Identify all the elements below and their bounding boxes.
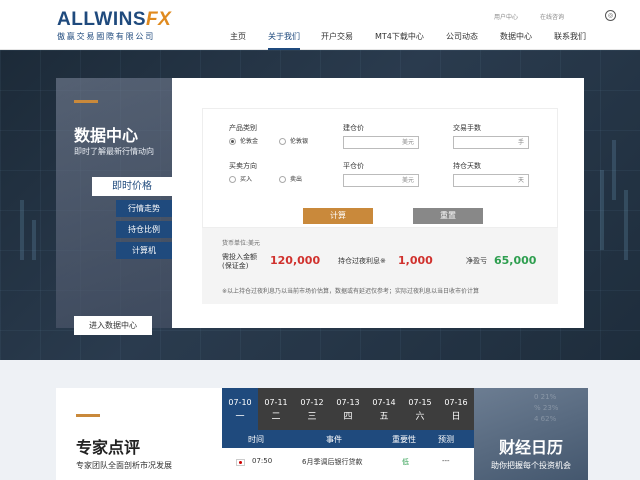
language-globe-icon[interactable]: ◎ — [605, 10, 616, 21]
product-label: 产品类别 — [229, 124, 257, 132]
brand-logo[interactable]: ALLWINSFX 傲赢交易國際有限公司 — [57, 10, 171, 42]
nav-item-home[interactable]: 主页 — [230, 31, 246, 50]
nav-item-open-account[interactable]: 开户交易 — [321, 31, 353, 50]
nav-item-contact[interactable]: 联系我们 — [554, 31, 586, 50]
accent-bar — [74, 100, 98, 103]
bottom-section: 专家点评 专家团队全面剖析市况发展 07-10 一 07-11 二 07-12 三 0… — [0, 360, 640, 480]
radio-unselected-icon — [279, 176, 286, 183]
top-links: 用户中心 在线咨询 — [494, 12, 584, 21]
bg-candle — [612, 140, 616, 200]
finance-calendar-title: 财经日历 — [498, 438, 563, 457]
row-importance: 低 — [402, 458, 409, 466]
bg-candle — [624, 190, 628, 260]
days-input[interactable]: 天 — [453, 174, 529, 187]
finance-calendar-card[interactable]: 0 21%% 23% 4 62% 财经日历 助你把握每个投资机会 — [474, 388, 588, 480]
calculate-button[interactable]: 计算 — [303, 208, 373, 224]
margin-value: 120,000 — [270, 254, 321, 267]
row-time: 07:50 — [252, 457, 273, 465]
days-label: 持仓天数 — [453, 162, 481, 170]
enter-data-center-button[interactable]: 进入数据中心 — [74, 316, 152, 335]
calculator-disclaimer: ※以上持仓过夜利息乃以当前市场价估算，数据或有延迟仅参考；实际过夜利息以当日收市… — [222, 288, 480, 295]
reset-button[interactable]: 重置 — [413, 208, 483, 224]
menu-position-ratio[interactable]: 持仓比例 — [116, 221, 172, 238]
nav-item-mt4-download[interactable]: MT4下载中心 — [375, 31, 424, 50]
radio-sell[interactable]: 卖出 — [279, 174, 302, 183]
online-consult-link[interactable]: 在线咨询 — [540, 14, 564, 21]
site-header: ALLWINSFX 傲赢交易國際有限公司 用户中心 在线咨询 ◎ 主页 关于我们… — [0, 0, 640, 50]
menu-realtime-price[interactable]: 即时价格 — [92, 177, 172, 196]
accent-bar — [76, 414, 100, 417]
nav-item-data-center[interactable]: 数据中心 — [500, 31, 532, 50]
data-center-sidebar: 数据中心 即时了解最新行情动向 即时价格 行情走势 持仓比例 计算机 进入数据中… — [56, 78, 172, 335]
calendar-table-header: 时间 事件 重要性 预测 — [222, 430, 474, 448]
col-event: 事件 — [326, 435, 342, 444]
close-price-label: 平仓价 — [343, 162, 364, 170]
col-importance: 重要性 — [392, 435, 416, 444]
data-center-hero: 数据中心 即时了解最新行情动向 即时价格 行情走势 持仓比例 计算机 进入数据中… — [0, 50, 640, 360]
table-row[interactable]: 07:50 6月季调后银行贷款 低 --- — [222, 448, 474, 480]
nav-item-about[interactable]: 关于我们 — [268, 31, 300, 50]
col-forecast: 预测 — [438, 435, 454, 444]
sidebar-title: 数据中心 — [74, 126, 139, 145]
radio-london-silver[interactable]: 伦敦银 — [279, 136, 308, 145]
menu-calculator[interactable]: 计算机 — [116, 242, 172, 259]
menu-market-trend[interactable]: 行情走势 — [116, 200, 172, 217]
overnight-interest-label: 持仓过夜利息※ — [338, 257, 386, 265]
decorative-numbers: 0 21%% 23% 4 62% — [534, 393, 559, 423]
expert-review-subtitle: 专家团队全面剖析市况发展 — [76, 461, 172, 470]
date-tab[interactable]: 07-13 四 — [330, 388, 366, 430]
calculator-form: 产品类别 伦敦金 伦敦银 建仓价 美元 交易手数 手 买卖方向 买入 卖出 平仓… — [202, 108, 558, 228]
date-tab[interactable]: 07-12 三 — [294, 388, 330, 430]
logo-subtitle: 傲赢交易國際有限公司 — [57, 32, 155, 41]
radio-unselected-icon — [229, 176, 236, 183]
lots-input[interactable]: 手 — [453, 136, 529, 149]
open-price-input[interactable]: 美元 — [343, 136, 419, 149]
date-tab[interactable]: 07-15 六 — [402, 388, 438, 430]
bg-candle — [20, 200, 24, 260]
user-center-link[interactable]: 用户中心 — [494, 14, 518, 21]
close-price-input[interactable]: 美元 — [343, 174, 419, 187]
expert-review-card[interactable]: 专家点评 专家团队全面剖析市况发展 — [56, 388, 222, 480]
col-time: 时间 — [248, 435, 264, 444]
calendar-date-tabs: 07-10 一 07-11 二 07-12 三 07-13 四 07-14 五 07-15… — [222, 388, 474, 430]
radio-buy[interactable]: 买入 — [229, 174, 252, 183]
nav-item-news[interactable]: 公司动态 — [446, 31, 478, 50]
overnight-interest-value: 1,000 — [398, 254, 433, 267]
open-price-label: 建仓价 — [343, 124, 364, 132]
date-tab[interactable]: 07-14 五 — [366, 388, 402, 430]
row-forecast: --- — [442, 457, 450, 465]
finance-calendar-subtitle: 助你把握每个投资机会 — [491, 461, 571, 470]
date-tab[interactable]: 07-11 二 — [258, 388, 294, 430]
net-pnl-value: 65,000 — [494, 254, 537, 267]
radio-london-gold[interactable]: 伦敦金 — [229, 136, 258, 145]
lots-label: 交易手数 — [453, 124, 481, 132]
japan-flag-icon — [236, 459, 245, 466]
net-pnl-label: 净盈亏 — [466, 257, 487, 265]
margin-label-sub: (保证金) — [222, 262, 249, 270]
radio-selected-icon — [229, 138, 236, 145]
sidebar-subtitle: 即时了解最新行情动向 — [74, 147, 154, 156]
bg-candle — [600, 170, 604, 250]
expert-review-title: 专家点评 — [76, 438, 141, 457]
bg-candle — [32, 220, 36, 260]
radio-unselected-icon — [279, 138, 286, 145]
calculator-panel: 产品类别 伦敦金 伦敦银 建仓价 美元 交易手数 手 买卖方向 买入 卖出 平仓… — [172, 78, 584, 328]
date-tab[interactable]: 07-16 日 — [438, 388, 474, 430]
profit-calculator: 产品类别 伦敦金 伦敦银 建仓价 美元 交易手数 手 买卖方向 买入 卖出 平仓… — [202, 108, 558, 304]
row-event: 6月季调后银行贷款 — [302, 458, 363, 466]
date-tab[interactable]: 07-10 一 — [222, 388, 258, 430]
direction-label: 买卖方向 — [229, 162, 257, 170]
currency-unit: 货币单位:美元 — [222, 240, 261, 247]
logo-wordmark: ALLWINSFX — [57, 9, 172, 30]
